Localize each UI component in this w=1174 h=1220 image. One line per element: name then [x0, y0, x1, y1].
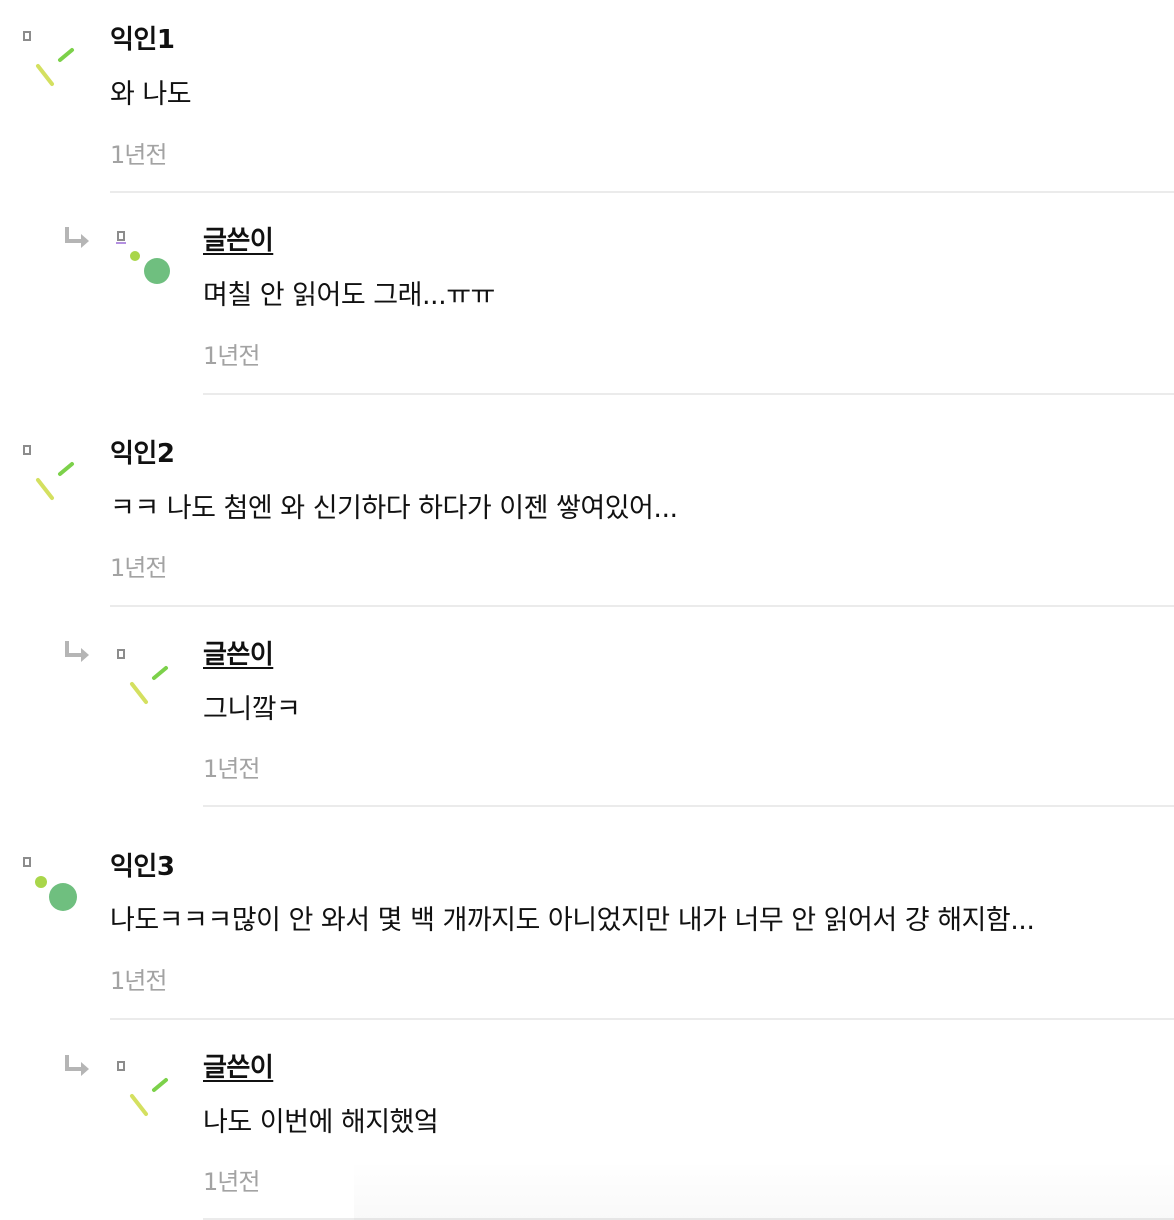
comment-time: 1년전	[110, 554, 167, 582]
comment-author[interactable]: 익인2	[110, 438, 175, 470]
confetti-avatar-icon[interactable]	[114, 646, 178, 710]
reply-comment: 글쓴이 나도 이번에 해지했엌 1년전	[0, 1020, 1174, 1220]
comment: 익인3 나도ㅋㅋㅋ많이 안 와서 몇 백 개까지도 아니었지만 내가 너무 안 …	[0, 808, 1174, 1020]
comment-author[interactable]: 글쓴이	[203, 1052, 274, 1084]
comment-time: 1년전	[110, 967, 167, 995]
reply-comment: 글쓴이 며칠 안 읽어도 그래...ㅠㅠ 1년전	[0, 194, 1174, 396]
reply-arrow-icon	[64, 638, 92, 666]
dots-avatar-icon[interactable]	[20, 854, 84, 918]
comment-text: ㅋㅋ 나도 첨엔 와 신기하다 하다가 이젠 쌓여있어...	[110, 493, 678, 524]
comment-text: 나도 이번에 해지했엌	[203, 1107, 439, 1138]
comment-time: 1년전	[203, 755, 260, 783]
comment-author[interactable]: 익인3	[110, 851, 175, 883]
comment-text: 며칠 안 읽어도 그래...ㅠㅠ	[203, 280, 495, 311]
confetti-avatar-icon[interactable]	[20, 28, 84, 92]
reply-arrow-icon	[64, 224, 92, 252]
comment-text: 그니깤ㅋ	[203, 694, 301, 725]
divider	[110, 605, 1174, 607]
reply-arrow-icon	[64, 1052, 92, 1080]
reply-comment: 글쓴이 그니깤ㅋ 1년전	[0, 608, 1174, 808]
comment: 익인1 와 나도 1년전	[0, 0, 1174, 194]
comment-text: 나도ㅋㅋㅋ많이 안 와서 몇 백 개까지도 아니었지만 내가 너무 안 읽어서 …	[110, 905, 1035, 936]
comment-author[interactable]: 익인1	[110, 24, 175, 56]
confetti-avatar-icon[interactable]	[114, 1058, 178, 1122]
comment-author[interactable]: 글쓴이	[203, 639, 274, 671]
comment: 익인2 ㅋㅋ 나도 첨엔 와 신기하다 하다가 이젠 쌓여있어... 1년전	[0, 396, 1174, 608]
comment-time: 1년전	[110, 141, 167, 169]
comment-text: 와 나도	[110, 79, 192, 110]
comment-author[interactable]: 글쓴이	[203, 225, 274, 257]
divider	[203, 805, 1174, 807]
comment-time: 1년전	[203, 342, 260, 370]
divider	[203, 393, 1174, 395]
confetti-avatar-icon[interactable]	[20, 442, 84, 506]
divider	[110, 191, 1174, 193]
dots-avatar-icon[interactable]	[112, 228, 176, 292]
comment-time: 1년전	[203, 1168, 260, 1196]
